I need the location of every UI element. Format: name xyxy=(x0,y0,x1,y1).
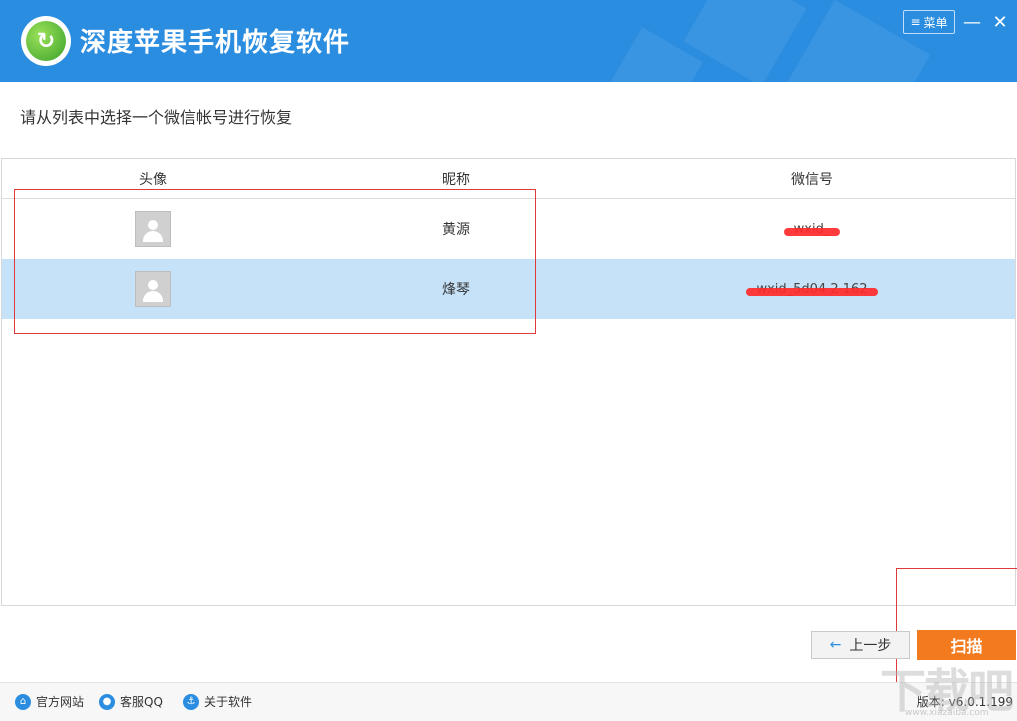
app-logo-icon: ↻ xyxy=(21,16,71,66)
support-qq-label: 客服QQ xyxy=(120,695,163,709)
app-title: 深度苹果手机恢复软件 xyxy=(80,28,351,58)
title-bar: ↻ 深度苹果手机恢复软件 ≡ 菜单 — ✕ xyxy=(0,0,1017,82)
nickname-cell: 黄源 xyxy=(442,222,470,238)
previous-step-button[interactable]: ← 上一步 xyxy=(811,631,910,659)
about-software-label: 关于软件 xyxy=(204,695,253,709)
close-button[interactable]: ✕ xyxy=(988,10,1012,34)
home-icon: ⌂ xyxy=(15,693,31,710)
official-site-link[interactable]: ⌂ 官方网站 xyxy=(15,693,84,710)
redaction-mark xyxy=(746,288,878,297)
wechat-id-cell: wxid_5d04 2 162 xyxy=(608,259,1016,319)
table-row-selected[interactable]: 烽琴 wxid_5d04 2 162 xyxy=(2,259,1015,319)
account-table: 头像 昵称 微信号 黄源 wxid_ 烽琴 wxid_5d04 2 162 xyxy=(1,158,1016,606)
official-site-label: 官方网站 xyxy=(36,695,85,709)
instruction-text: 请从列表中选择一个微信帐号进行恢复 xyxy=(20,108,293,127)
footer: ⌂ 官方网站 ● 客服QQ ⚓ 关于软件 版本: v6.0.1.199 xyxy=(0,682,1017,721)
avatar-cell xyxy=(2,259,304,319)
table-row[interactable]: 黄源 wxid_ xyxy=(2,199,1015,259)
redaction-mark xyxy=(783,228,841,237)
anchor-icon: ⚓ xyxy=(183,693,199,710)
wechat-id-text: wxid_ xyxy=(783,222,841,237)
qq-icon: ● xyxy=(99,693,115,710)
menu-icon: ≡ xyxy=(910,15,921,29)
decorative-cube xyxy=(683,0,807,82)
header-wechat-id: 微信号 xyxy=(791,171,833,188)
version-text: 版本: v6.0.1.199 xyxy=(916,695,1013,709)
arrow-left-icon: ← xyxy=(829,637,842,653)
wechat-id-text: wxid_5d04 2 162 xyxy=(746,282,878,297)
support-qq-link[interactable]: ● 客服QQ xyxy=(99,693,163,710)
about-software-link[interactable]: ⚓ 关于软件 xyxy=(183,693,252,710)
table-header: 头像 昵称 微信号 xyxy=(2,159,1015,199)
avatar-placeholder-icon xyxy=(135,271,171,307)
avatar-placeholder-icon xyxy=(135,211,171,247)
previous-step-label: 上一步 xyxy=(849,638,892,654)
nickname-cell: 烽琴 xyxy=(442,282,470,298)
header-nickname: 昵称 xyxy=(442,171,470,188)
header-avatar: 头像 xyxy=(139,171,167,188)
avatar-cell xyxy=(2,199,304,259)
menu-button[interactable]: ≡ 菜单 xyxy=(903,10,955,34)
minimize-button[interactable]: — xyxy=(960,10,984,34)
wechat-id-cell: wxid_ xyxy=(608,199,1016,259)
menu-label: 菜单 xyxy=(923,15,948,30)
scan-button[interactable]: 扫描 xyxy=(917,630,1016,660)
